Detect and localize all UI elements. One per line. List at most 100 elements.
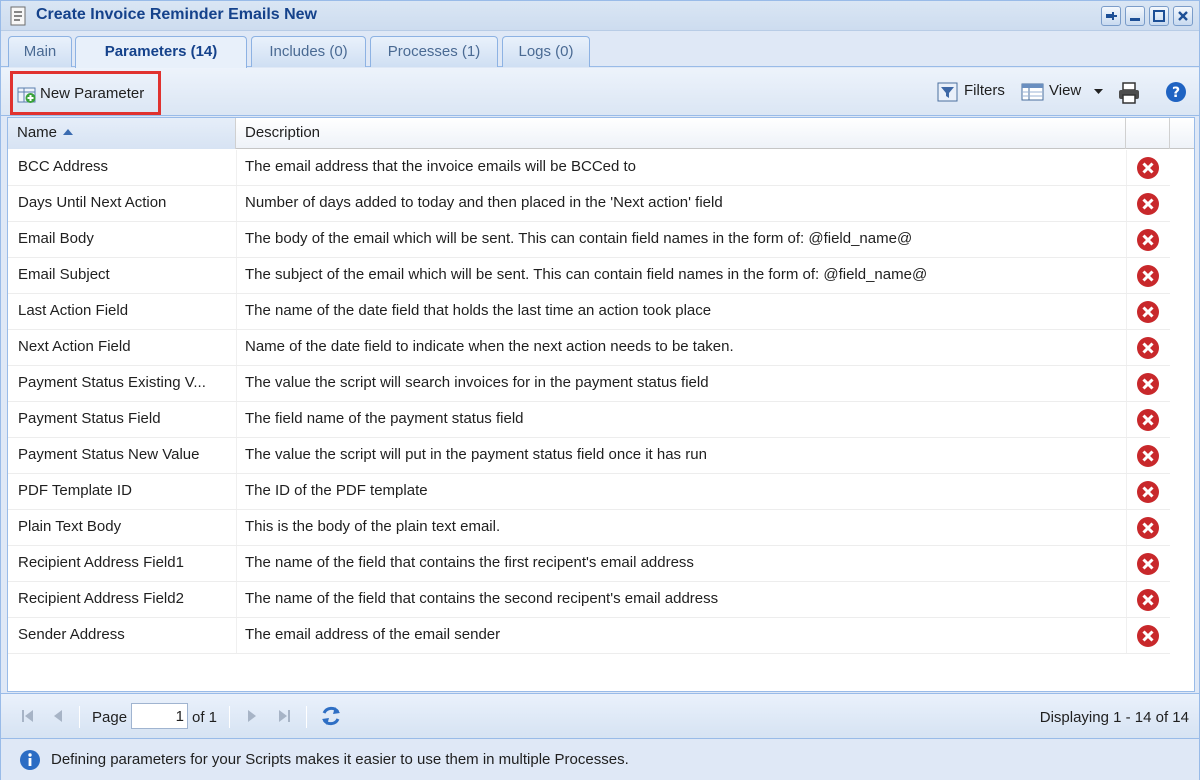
refresh-icon[interactable] (319, 704, 343, 728)
filters-label: Filters (964, 82, 1005, 99)
parameter-name: Plain Text Body (18, 518, 122, 535)
column-header-name[interactable]: Name (8, 118, 236, 149)
page-label: Page (92, 709, 128, 726)
delete-icon[interactable] (1136, 300, 1160, 324)
info-icon (20, 750, 40, 770)
tab-parameters[interactable]: Parameters (14) (75, 36, 247, 68)
parameter-name: Days Until Next Action (18, 194, 167, 211)
minimize-icon (1130, 18, 1140, 21)
view-dropdown[interactable]: View (1021, 81, 1105, 103)
delete-icon[interactable] (1136, 624, 1160, 648)
sort-ascending-icon (63, 129, 74, 135)
page-number-input[interactable] (131, 703, 188, 729)
delete-icon[interactable] (1136, 588, 1160, 612)
column-header-name-label: Name (17, 124, 58, 141)
parameter-name: Recipient Address Field1 (18, 554, 184, 571)
parameter-name: Payment Status New Value (18, 446, 200, 463)
display-info: Displaying 1 - 14 of 14 (1039, 709, 1189, 726)
close-icon (1178, 11, 1188, 21)
page-count-label: of 1 (192, 709, 218, 726)
parameter-description: Number of days added to today and then p… (245, 194, 723, 211)
parameter-description: Name of the date field to indicate when … (245, 338, 734, 355)
table-row[interactable]: Last Action Field The name of the date f… (8, 294, 1170, 330)
parameter-description: The email address that the invoice email… (245, 158, 637, 175)
new-parameter-button[interactable]: New Parameter (10, 71, 161, 115)
separator (306, 706, 307, 728)
help-button[interactable]: ? (1165, 81, 1189, 103)
pin-button[interactable] (1101, 6, 1121, 26)
tab-includes[interactable]: Includes (0) (251, 36, 366, 67)
printer-icon (1119, 82, 1139, 104)
delete-icon[interactable] (1136, 228, 1160, 252)
delete-icon[interactable] (1136, 336, 1160, 360)
table-row[interactable]: Recipient Address Field1 The name of the… (8, 546, 1170, 582)
parameter-description: The body of the email which will be sent… (245, 230, 913, 247)
info-message: Defining parameters for your Scripts mak… (51, 751, 629, 768)
last-page-icon[interactable] (275, 707, 293, 725)
parameter-description: This is the body of the plain text email… (245, 518, 501, 535)
grid-header: Name Description (8, 118, 1194, 149)
table-row[interactable]: Email Body The body of the email which w… (8, 222, 1170, 258)
delete-icon[interactable] (1136, 156, 1160, 180)
window-title: Create Invoice Reminder Emails New (36, 6, 317, 23)
delete-icon[interactable] (1136, 372, 1160, 396)
tab-logs[interactable]: Logs (0) (502, 36, 590, 67)
table-row[interactable]: Sender Address The email address of the … (8, 618, 1170, 654)
table-row[interactable]: Payment Status New Value The value the s… (8, 438, 1170, 474)
next-page-icon[interactable] (243, 707, 261, 725)
tab-processes[interactable]: Processes (1) (370, 36, 498, 67)
script-document-icon (10, 6, 26, 26)
maximize-icon (1153, 10, 1165, 22)
chevron-down-icon (1094, 89, 1103, 94)
first-page-icon[interactable] (19, 707, 37, 725)
table-row[interactable]: Days Until Next Action Number of days ad… (8, 186, 1170, 222)
parameter-description: The field name of the payment status fie… (245, 410, 524, 427)
parameter-description: The ID of the PDF template (245, 482, 428, 499)
parameter-name: Email Subject (18, 266, 110, 283)
previous-page-icon[interactable] (49, 707, 67, 725)
tab-main[interactable]: Main (8, 36, 72, 67)
filters-button[interactable]: Filters (937, 81, 1009, 103)
parameter-name: Recipient Address Field2 (18, 590, 184, 607)
parameter-description: The value the script will search invoice… (245, 374, 709, 391)
parameter-name: BCC Address (18, 158, 109, 175)
delete-icon[interactable] (1136, 516, 1160, 540)
parameter-name: Next Action Field (18, 338, 131, 355)
table-row[interactable]: BCC Address The email address that the i… (8, 150, 1170, 186)
parameter-name: Payment Status Existing V... (18, 374, 206, 391)
table-row[interactable]: Next Action Field Name of the date field… (8, 330, 1170, 366)
column-header-description[interactable]: Description (236, 118, 1126, 149)
pin-icon (1106, 12, 1117, 20)
table-row[interactable]: Payment Status Existing V... The value t… (8, 366, 1170, 402)
toolbar: New Parameter Filters View ? (1, 68, 1199, 116)
delete-icon[interactable] (1136, 264, 1160, 288)
maximize-button[interactable] (1149, 6, 1169, 26)
minimize-button[interactable] (1125, 6, 1145, 26)
table-row[interactable]: Email Subject The subject of the email w… (8, 258, 1170, 294)
table-row[interactable]: Payment Status Field The field name of t… (8, 402, 1170, 438)
parameter-description: The email address of the email sender (245, 626, 501, 643)
help-icon: ? (1166, 82, 1186, 102)
info-bar: Defining parameters for your Scripts mak… (1, 740, 1199, 780)
table-row[interactable]: PDF Template ID The ID of the PDF templa… (8, 474, 1170, 510)
delete-icon[interactable] (1136, 480, 1160, 504)
filter-icon (937, 82, 958, 102)
delete-icon[interactable] (1136, 552, 1160, 576)
script-window: Create Invoice Reminder Emails New Main … (0, 0, 1200, 780)
delete-icon[interactable] (1136, 192, 1160, 216)
print-button[interactable] (1117, 81, 1143, 104)
view-label: View (1049, 82, 1082, 99)
column-header-actions (1126, 118, 1170, 149)
parameter-description: The name of the field that contains the … (245, 554, 694, 571)
delete-icon[interactable] (1136, 408, 1160, 432)
parameter-name: Email Body (18, 230, 94, 247)
tab-strip: Main Parameters (14) Includes (0) Proces… (1, 32, 1199, 68)
table-row[interactable]: Plain Text Body This is the body of the … (8, 510, 1170, 546)
delete-icon[interactable] (1136, 444, 1160, 468)
table-row[interactable]: Recipient Address Field2 The name of the… (8, 582, 1170, 618)
view-table-icon (1021, 83, 1044, 101)
parameter-name: Last Action Field (18, 302, 129, 319)
paging-toolbar: Page of 1 Displaying 1 - 14 of 14 (1, 693, 1199, 739)
column-header-description-label: Description (245, 124, 321, 141)
close-window-button[interactable] (1173, 6, 1193, 26)
